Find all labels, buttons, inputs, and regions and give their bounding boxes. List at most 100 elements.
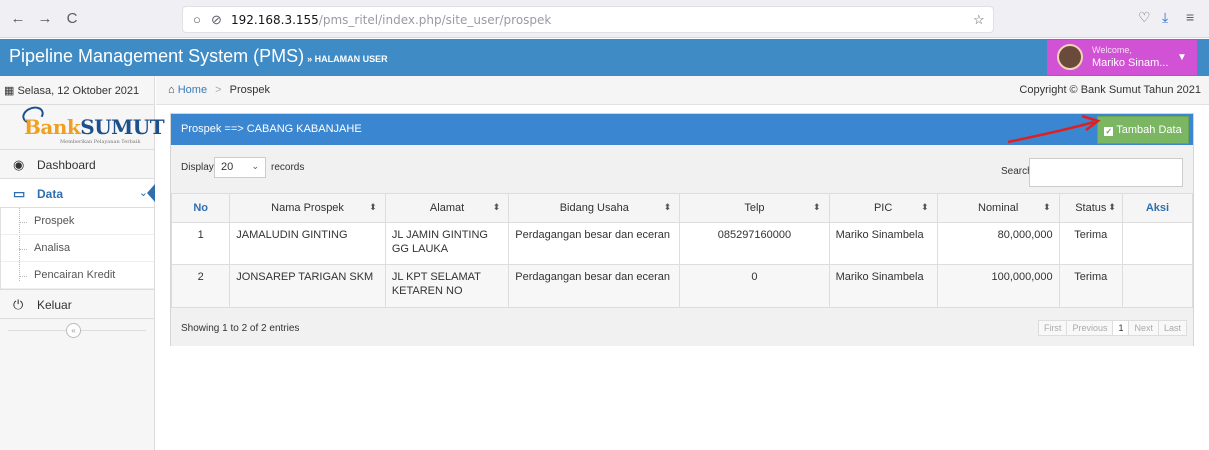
pager-first[interactable]: First: [1037, 320, 1068, 336]
cell-bidang-usaha: Perdagangan besar dan eceran: [508, 264, 681, 308]
pagination: First Previous 1 Next Last: [1037, 320, 1187, 336]
breadcrumb-current: Prospek: [229, 84, 270, 96]
table-footer: Showing 1 to 2 of 2 entries First Previo…: [171, 312, 1193, 346]
app-title: Pipeline Management System (PMS)» HALAMA…: [9, 46, 388, 67]
cell-status: Terima: [1058, 264, 1123, 308]
menu-icon[interactable]: ≡: [1186, 9, 1194, 25]
forward-icon[interactable]: →: [35, 9, 55, 29]
pocket-icon[interactable]: ♡: [1138, 9, 1151, 26]
sidebar-item-pencairan-kredit[interactable]: Pencairan Kredit: [1, 262, 154, 289]
sort-icon: ⬍: [369, 202, 377, 212]
pager-previous[interactable]: Previous: [1066, 320, 1114, 336]
date-row: ▦ Selasa, 12 Oktober 2021: [0, 76, 154, 105]
cell-telp: 085297160000: [679, 222, 830, 265]
pager-last[interactable]: Last: [1157, 320, 1187, 336]
sidebar-item-label: Keluar: [37, 298, 72, 312]
prospek-table: No Nama Prospek ⬍ Alamat ⬍ Bidang Usaha ⬍ T…: [170, 193, 1194, 308]
app-subtitle: » HALAMAN USER: [307, 54, 388, 64]
logo-tagline: Memberikan Pelayanan Terbaik: [60, 139, 141, 145]
column-header-aksi: Aksi: [1121, 193, 1194, 223]
table-row[interactable]: 2 JONSAREP TARIGAN SKM JL KPT SELAMAT KE…: [170, 264, 1194, 308]
collapse-sidebar-icon[interactable]: «: [66, 323, 81, 338]
tambah-data-label: Tambah Data: [1116, 124, 1182, 136]
table-controls: Display 20 ⌄ records Search:: [171, 145, 1193, 190]
column-header-label: Telp: [744, 202, 765, 214]
records-label: records: [271, 162, 305, 173]
sidebar-item-prospek[interactable]: Prospek: [1, 208, 154, 235]
column-header-label: Bidang Usaha: [559, 202, 629, 214]
cell-aksi: [1121, 222, 1194, 265]
cell-nama-prospek: JAMALUDIN GINTING: [229, 222, 386, 265]
home-icon[interactable]: ⌂: [168, 84, 175, 96]
monitor-icon: ▭: [13, 186, 26, 201]
sub-item-label: Pencairan Kredit: [34, 269, 116, 281]
logo-sumut-text: SUMUT: [80, 115, 165, 139]
active-indicator: [147, 184, 155, 202]
cell-alamat: JL KPT SELAMAT KETAREN NO: [384, 264, 510, 308]
checkbox-icon: ✓: [1104, 127, 1114, 136]
user-menu[interactable]: Welcome, Mariko Sinam... ▼: [1047, 40, 1197, 75]
tambah-data-button[interactable]: ✓ Tambah Data: [1097, 116, 1189, 144]
sub-item-label: Prospek: [34, 215, 75, 227]
app-title-text: Pipeline Management System (PMS): [9, 46, 305, 66]
cell-pic: Mariko Sinambela: [828, 222, 938, 265]
breadcrumb: ⌂ Home > Prospek Copyright © Bank Sumut …: [156, 76, 1209, 105]
cell-bidang-usaha: Perdagangan besar dan eceran: [508, 222, 681, 265]
sidebar-item-keluar[interactable]: ⏻ Keluar: [0, 290, 154, 319]
user-name: Mariko Sinam...: [1092, 57, 1169, 69]
breadcrumb-separator: >: [215, 84, 222, 96]
records-per-page-select[interactable]: 20 ⌄: [214, 157, 266, 178]
column-header-nominal[interactable]: Nominal ⬍: [936, 193, 1060, 223]
app-header: Pipeline Management System (PMS)» HALAMA…: [0, 39, 1209, 76]
copyright-text: Copyright © Bank Sumut Tahun 2021: [1019, 84, 1201, 96]
table-row[interactable]: 1 JAMALUDIN GINTING JL JAMIN GINTING GG …: [170, 222, 1194, 265]
cell-nama-prospek: JONSAREP TARIGAN SKM: [229, 264, 386, 308]
panel-title: Prospek ==> CABANG KABANJAHE: [181, 123, 362, 135]
pager-next[interactable]: Next: [1128, 320, 1159, 336]
sort-icon: ⬍: [1108, 202, 1116, 212]
column-header-telp[interactable]: Telp ⬍: [679, 193, 830, 223]
sidebar: ▦ Selasa, 12 Oktober 2021 BankSUMUT Memb…: [0, 76, 165, 450]
cell-pic: Mariko Sinambela: [828, 264, 938, 308]
column-header-pic[interactable]: PIC ⬍: [828, 193, 938, 223]
bank-logo: BankSUMUT Memberikan Pelayanan Terbaik: [0, 103, 165, 150]
breadcrumb-home[interactable]: Home: [178, 84, 207, 96]
prospek-panel: Prospek ==> CABANG KABANJAHE ✓ Tambah Dat…: [170, 113, 1194, 346]
sidebar-item-data[interactable]: ▭ Data ⌄: [0, 179, 155, 208]
reload-icon[interactable]: C: [62, 9, 82, 29]
cell-telp: 0: [679, 264, 830, 308]
sidebar-item-label: Data: [37, 187, 64, 201]
avatar: [1057, 44, 1083, 70]
search-input[interactable]: [1029, 158, 1183, 187]
records-per-page-value: 20: [221, 161, 234, 173]
bookmark-star-icon[interactable]: ☆: [973, 12, 985, 28]
column-header-bidang-usaha[interactable]: Bidang Usaha ⬍: [508, 193, 681, 223]
dashboard-icon: ◉: [13, 157, 25, 172]
url-text: 192.168.3.155/pms_ritel/index.php/site_u…: [231, 13, 551, 27]
shield-icon: ○: [193, 12, 201, 27]
current-date: Selasa, 12 Oktober 2021: [17, 85, 140, 97]
column-header-nama-prospek[interactable]: Nama Prospek ⬍: [229, 193, 386, 223]
column-header-label: Nama Prospek: [271, 202, 344, 214]
column-header-label: Status: [1075, 202, 1107, 214]
back-icon[interactable]: ←: [8, 9, 28, 29]
pager-page-1[interactable]: 1: [1112, 320, 1130, 336]
cell-no: 2: [170, 264, 231, 308]
address-bar[interactable]: ○ ⊘ 192.168.3.155/pms_ritel/index.php/si…: [182, 6, 994, 33]
sidebar-item-dashboard[interactable]: ◉ Dashboard: [0, 150, 154, 179]
collapse-row: «: [0, 319, 154, 341]
data-submenu: Prospek Analisa Pencairan Kredit: [0, 208, 154, 290]
download-icon[interactable]: ⤓: [1162, 9, 1168, 26]
column-header-status[interactable]: Status ⬍: [1058, 193, 1123, 223]
sort-icon: ⬍: [921, 202, 929, 212]
column-header-label: Nominal: [978, 202, 1019, 214]
url-host: 192.168.3.155: [231, 13, 319, 27]
cell-alamat: JL JAMIN GINTING GG LAUKA: [384, 222, 510, 265]
chevron-down-icon: ⌄: [251, 161, 259, 171]
annotation-arrow-icon: [1007, 114, 1101, 144]
column-header-alamat[interactable]: Alamat ⬍: [384, 193, 510, 223]
sort-icon: ⬍: [1043, 202, 1051, 212]
sidebar-item-analisa[interactable]: Analisa: [1, 235, 154, 262]
column-header-no[interactable]: No: [170, 193, 231, 223]
browser-toolbar: ← → C ○ ⊘ 192.168.3.155/pms_ritel/index.…: [0, 0, 1209, 38]
